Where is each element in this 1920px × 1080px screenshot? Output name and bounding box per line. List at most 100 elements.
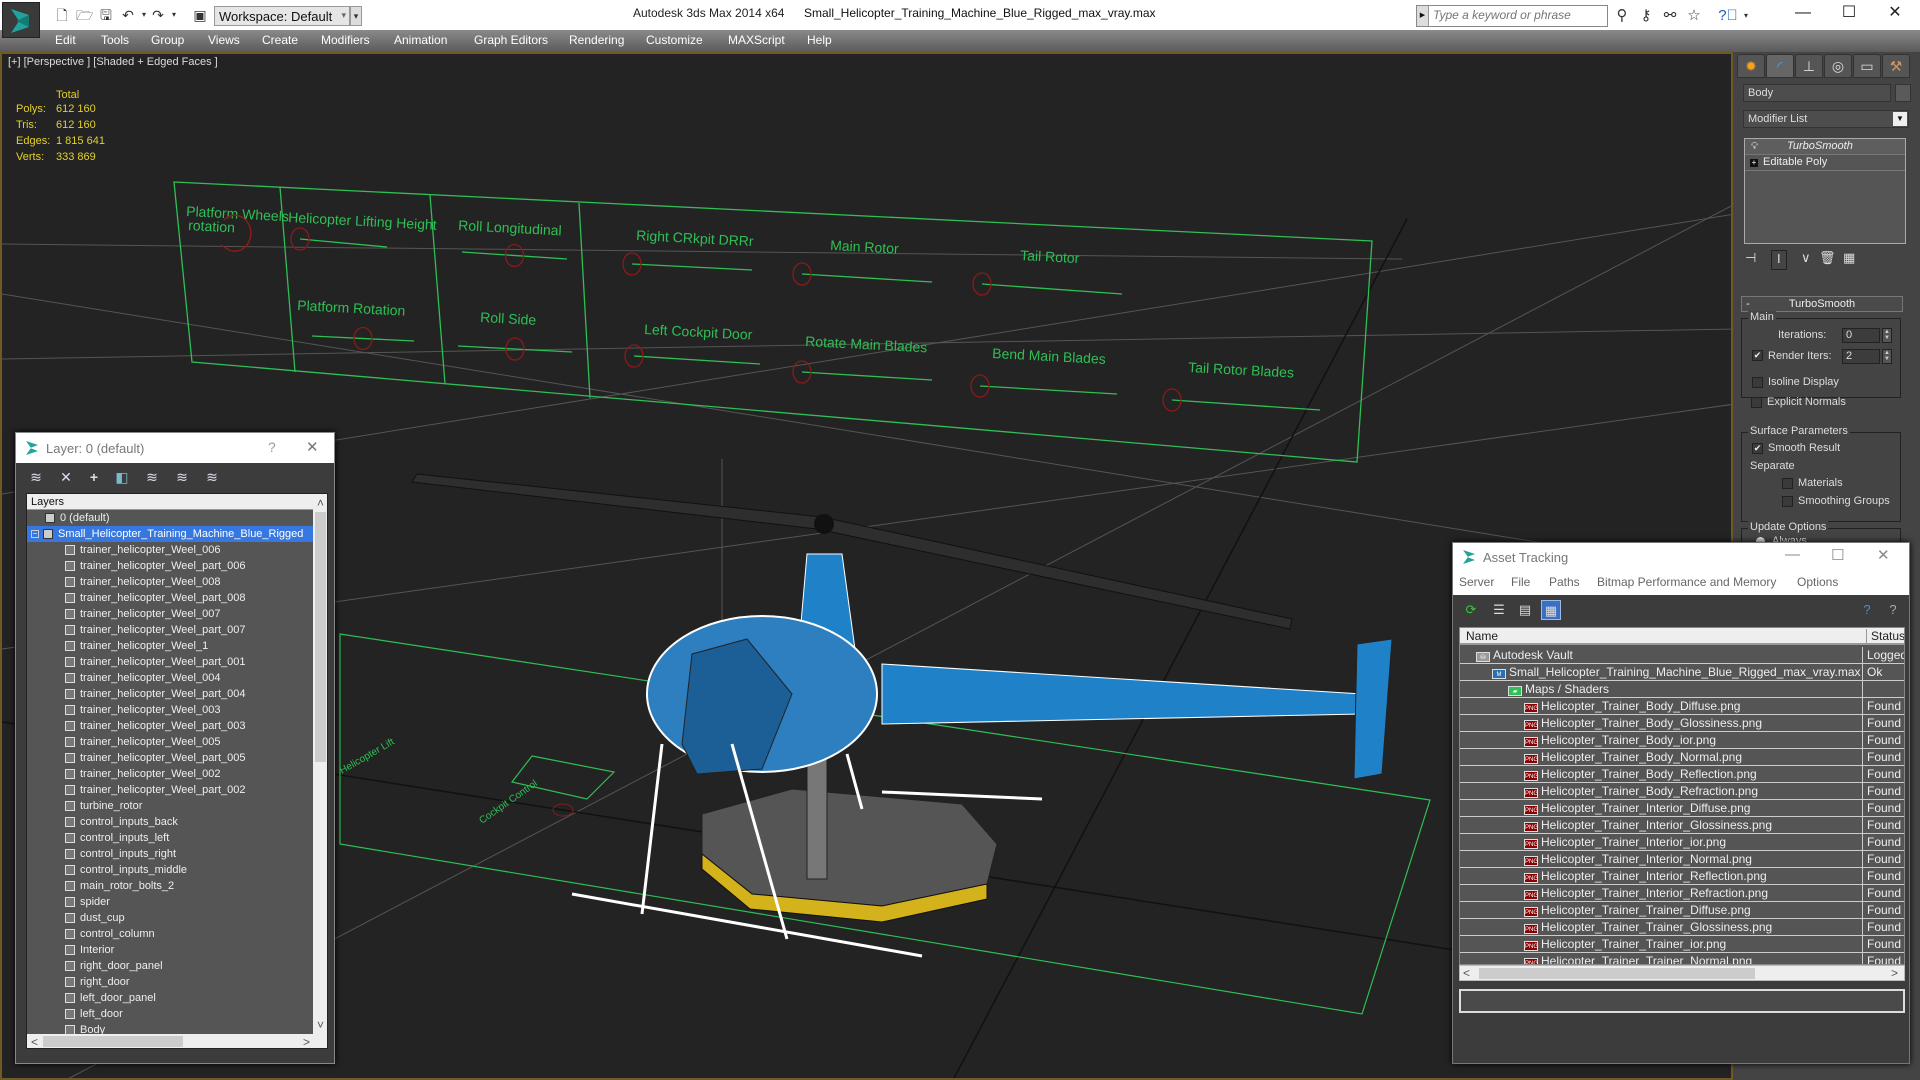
scroll-left-icon[interactable]: < xyxy=(1463,966,1470,980)
menu-modifiers[interactable]: Modifiers xyxy=(321,33,370,47)
layer-object-item[interactable]: trainer_helicopter_Weel_part_003 xyxy=(27,718,313,734)
tab-display[interactable]: ▭ xyxy=(1853,54,1881,78)
undo-icon[interactable]: ↶ xyxy=(120,7,136,23)
menu-create[interactable]: Create xyxy=(262,33,298,47)
table-view-icon[interactable]: ▦ xyxy=(1541,600,1561,620)
menu-group[interactable]: Group xyxy=(151,33,184,47)
layer-object-item[interactable]: trainer_helicopter_Weel_005 xyxy=(27,734,313,750)
scroll-right-icon[interactable]: > xyxy=(303,1035,310,1048)
layer-object-item[interactable]: trainer_helicopter_Weel_part_007 xyxy=(27,622,313,638)
scroll-left-icon[interactable]: < xyxy=(31,1035,38,1048)
menu-animation[interactable]: Animation xyxy=(394,33,447,47)
layer-object-item[interactable]: control_inputs_right xyxy=(27,846,313,862)
help-button[interactable]: ? xyxy=(268,439,276,455)
spinner-arrows-icon[interactable]: ▲ ▼ xyxy=(1882,349,1892,364)
expand-plus-icon[interactable]: + xyxy=(1750,159,1758,167)
project-folder-icon[interactable]: ▣ xyxy=(192,7,208,23)
layer-object-item[interactable]: trainer_helicopter_Weel_part_001 xyxy=(27,654,313,670)
refresh-icon[interactable]: ⟳ xyxy=(1461,600,1481,620)
menu-views[interactable]: Views xyxy=(208,33,240,47)
key-icon[interactable]: ⚷ xyxy=(1636,6,1656,26)
explicit-normals-checkbox[interactable] xyxy=(1751,397,1762,408)
select-objects-icon[interactable]: ◧ xyxy=(112,467,132,487)
scroll-up-icon[interactable]: ˄ xyxy=(317,496,324,510)
close-button[interactable]: ✕ xyxy=(306,438,319,456)
open-file-icon[interactable]: 🗁 xyxy=(76,7,93,23)
column-header-name[interactable]: Name xyxy=(1466,629,1498,643)
asset-row[interactable]: PNG Helicopter_Trainer_Body_Diffuse.png Fo… xyxy=(1460,698,1904,715)
maximize-button[interactable]: ☐ xyxy=(1826,0,1872,28)
asset-row[interactable]: PNG Helicopter_Trainer_Body_Normal.png Fou… xyxy=(1460,749,1904,766)
spinner-arrows-icon[interactable]: ▲ ▼ xyxy=(1882,328,1892,343)
app-menu-button[interactable] xyxy=(2,2,40,38)
collapse-icon[interactable]: − xyxy=(31,530,39,538)
asset-row[interactable]: PNG Helicopter_Trainer_Interior_ior.png Fo… xyxy=(1460,834,1904,851)
asset-row[interactable]: PNG Helicopter_Trainer_Trainer_Glossiness… xyxy=(1460,919,1904,936)
tab-utilities[interactable]: ⚒ xyxy=(1882,54,1910,78)
layers-column-header[interactable]: Layers xyxy=(27,494,313,510)
scroll-down-icon[interactable]: ˅ xyxy=(317,1018,324,1032)
layer-object-item[interactable]: right_door_panel xyxy=(27,958,313,974)
menu-graph-editors[interactable]: Graph Editors xyxy=(474,33,548,47)
layer-object-item[interactable]: trainer_helicopter_Weel_007 xyxy=(27,606,313,622)
layer-object-item[interactable]: trainer_helicopter_Weel_part_005 xyxy=(27,750,313,766)
layer-object-item[interactable]: dust_cup xyxy=(27,910,313,926)
layer-object-item[interactable]: right_door xyxy=(27,974,313,990)
render-iters-checkbox[interactable]: ✔ xyxy=(1752,350,1763,361)
asset-row[interactable]: PNG Helicopter_Trainer_Trainer_Normal.png… xyxy=(1460,953,1904,964)
viewport-label[interactable]: [+] [Perspective ] [Shaded + Edged Faces… xyxy=(8,56,218,68)
menu-help[interactable]: Help xyxy=(807,33,832,47)
help-icon[interactable]: ?⃝ xyxy=(1718,6,1738,26)
asset-tracking-titlebar[interactable]: Asset Tracking — ☐ ✕ xyxy=(1453,543,1909,571)
save-icon[interactable]: 🖫 xyxy=(98,7,114,23)
search-expand-icon[interactable]: ▶ xyxy=(1417,6,1429,26)
layer-object-item[interactable]: trainer_helicopter_Weel_006 xyxy=(27,542,313,558)
tab-create[interactable]: ✹ xyxy=(1737,54,1765,78)
layer-object-item[interactable]: control_inputs_left xyxy=(27,830,313,846)
layer-object-item[interactable]: control_column xyxy=(27,926,313,942)
asset-row[interactable]: PNG Helicopter_Trainer_Trainer_ior.png Fou… xyxy=(1460,936,1904,953)
asset-row[interactable]: PNG Helicopter_Trainer_Body_ior.png Found xyxy=(1460,732,1904,749)
thumbnail-view-icon[interactable]: ▤ xyxy=(1515,600,1535,620)
menu-rendering[interactable]: Rendering xyxy=(569,33,624,47)
close-button[interactable]: ✕ xyxy=(1877,546,1890,564)
isoline-display-checkbox[interactable] xyxy=(1752,377,1763,388)
make-unique-icon[interactable]: ∨ xyxy=(1801,250,1811,270)
asset-row[interactable]: PNG Helicopter_Trainer_Interior_Normal.pn… xyxy=(1460,851,1904,868)
asset-menu-bitmap-performance-and-memory[interactable]: Bitmap Performance and Memory xyxy=(1597,575,1776,589)
tab-hierarchy[interactable]: ⊥ xyxy=(1795,54,1823,78)
help-globe-icon[interactable]: ? xyxy=(1857,600,1877,620)
lightbulb-icon[interactable]: 💡︎ xyxy=(1751,139,1758,154)
menu-tools[interactable]: Tools xyxy=(101,33,129,47)
maximize-button[interactable]: ☐ xyxy=(1831,546,1844,564)
list-view-icon[interactable]: ☰ xyxy=(1489,600,1509,620)
layer-object-item[interactable]: main_rotor_bolts_2 xyxy=(27,878,313,894)
object-name-field[interactable]: Body xyxy=(1743,84,1891,102)
asset-menu-options[interactable]: Options xyxy=(1797,575,1838,589)
asset-row[interactable]: PNG Helicopter_Trainer_Trainer_Diffuse.pn… xyxy=(1460,902,1904,919)
layer-object-item[interactable]: trainer_helicopter_Weel_004 xyxy=(27,670,313,686)
freeze-layers-icon[interactable]: ≋ xyxy=(202,467,222,487)
stack-item-editable-poly[interactable]: + Editable Poly xyxy=(1745,155,1905,171)
asset-row[interactable]: PNG Helicopter_Trainer_Interior_Refractio… xyxy=(1460,885,1904,902)
close-button[interactable]: ✕ xyxy=(1872,0,1918,28)
asset-row[interactable]: ▰ Maps / Shaders xyxy=(1460,681,1904,698)
layer-dialog-titlebar[interactable]: Layer: 0 (default) ? ✕ xyxy=(16,433,334,463)
help-icon[interactable]: ? xyxy=(1883,600,1903,620)
layer-object-item[interactable]: trainer_helicopter_Weel_part_008 xyxy=(27,590,313,606)
asset-horizontal-scroll-thumb[interactable] xyxy=(1479,968,1755,979)
layer-object-item[interactable]: control_inputs_back xyxy=(27,814,313,830)
asset-row[interactable]: ⛁ Autodesk Vault Logged xyxy=(1460,647,1904,664)
layer-object-item[interactable]: trainer_helicopter_Weel_1 xyxy=(27,638,313,654)
create-layer-icon[interactable]: ≋ xyxy=(26,467,46,487)
asset-row[interactable]: PNG Helicopter_Trainer_Body_Refraction.pn… xyxy=(1460,783,1904,800)
scroll-right-icon[interactable]: > xyxy=(1891,966,1898,980)
layer-object-item[interactable]: trainer_helicopter_Weel_003 xyxy=(27,702,313,718)
materials-checkbox[interactable] xyxy=(1782,478,1793,489)
quick-access-customize-button[interactable]: ▾ xyxy=(350,6,362,26)
layer-object-item[interactable]: trainer_helicopter_Weel_part_004 xyxy=(27,686,313,702)
workspace-dropdown[interactable]: Workspace: Default ▾ xyxy=(214,6,350,26)
tab-motion[interactable]: ◎ xyxy=(1824,54,1852,78)
asset-menu-file[interactable]: File xyxy=(1511,575,1530,589)
minimize-button[interactable]: — xyxy=(1780,0,1826,28)
